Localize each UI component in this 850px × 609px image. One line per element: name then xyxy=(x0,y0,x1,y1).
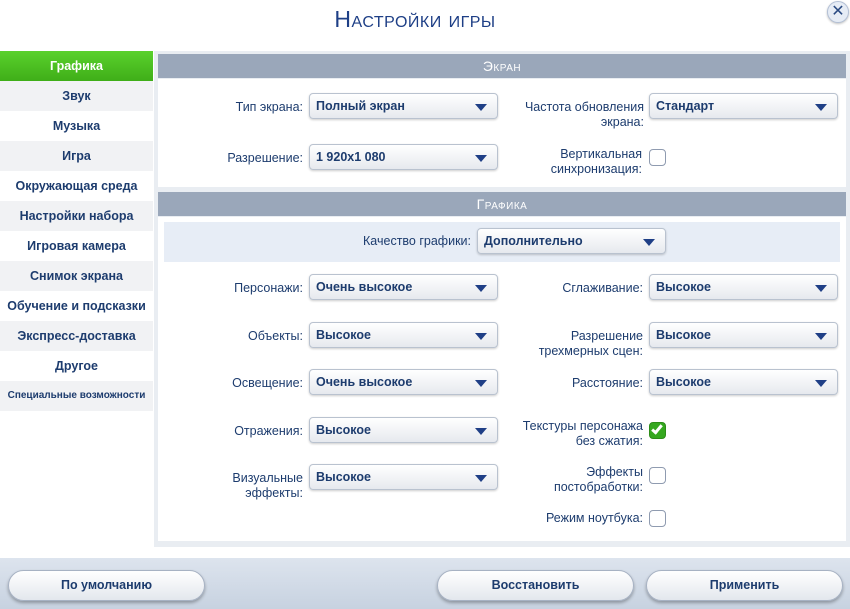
sidebar-item-screenshot[interactable]: Снимок экрана xyxy=(0,261,153,291)
screen-type-value: Полный экран xyxy=(316,99,405,113)
close-icon[interactable]: ✕ xyxy=(827,1,849,23)
sidebar-item-accessibility[interactable]: Специальные возможности xyxy=(0,381,153,411)
sidebar: Графика Звук Музыка Игра Окружающая сред… xyxy=(0,51,153,411)
refresh-rate-value: Стандарт xyxy=(656,99,715,113)
chevron-down-icon xyxy=(475,380,487,387)
sims-dropdown[interactable]: Очень высокое xyxy=(309,274,498,300)
vsync-checkbox[interactable] xyxy=(649,149,666,166)
sims-label: Персонажи: xyxy=(234,281,303,295)
chevron-down-icon xyxy=(815,285,827,292)
sidebar-item-graphics[interactable]: Графика xyxy=(0,51,153,81)
sidebar-item-other[interactable]: Другое xyxy=(0,351,153,381)
chevron-down-icon xyxy=(475,155,487,162)
chevron-down-icon xyxy=(475,104,487,111)
screen-type-label: Тип экрана: xyxy=(235,100,303,114)
scene-resolution-label: Разрешение трехмерных сцен: xyxy=(538,329,643,358)
chevron-down-icon xyxy=(475,333,487,340)
distance-dropdown[interactable]: Высокое xyxy=(649,369,838,395)
antialiasing-dropdown[interactable]: Высокое xyxy=(649,274,838,300)
screen-type-dropdown[interactable]: Полный экран xyxy=(309,93,498,119)
chevron-down-icon xyxy=(815,380,827,387)
lighting-label: Освещение: xyxy=(232,376,303,390)
resolution-dropdown[interactable]: 1 920x1 080 xyxy=(309,144,498,170)
vfx-label: Визуальные эффекты: xyxy=(232,471,303,500)
postfx-label: Эффекты постобработки: xyxy=(553,465,643,494)
objects-dropdown[interactable]: Высокое xyxy=(309,322,498,348)
refresh-rate-dropdown[interactable]: Стандарт xyxy=(649,93,838,119)
chevron-down-icon xyxy=(475,428,487,435)
check-icon xyxy=(651,422,663,435)
screen-section-header: Экран xyxy=(158,54,846,78)
postfx-checkbox[interactable] xyxy=(649,467,666,484)
sidebar-item-express-delivery[interactable]: Экспресс-доставка xyxy=(0,321,153,351)
chevron-down-icon xyxy=(475,475,487,482)
lighting-dropdown[interactable]: Очень высокое xyxy=(309,369,498,395)
resolution-label: Разрешение: xyxy=(227,151,303,165)
sims-value: Очень высокое xyxy=(316,280,413,294)
graphics-quality-dropdown[interactable]: Дополнительно xyxy=(477,228,666,254)
refresh-rate-label: Частота обновления экрана: xyxy=(524,100,644,129)
lighting-value: Очень высокое xyxy=(316,375,413,389)
uncompressed-textures-label: Текстуры персонажа без сжатия: xyxy=(522,419,643,448)
objects-label: Объекты: xyxy=(247,329,303,343)
sidebar-item-pack-settings[interactable]: Настройки набора xyxy=(0,201,153,231)
vfx-dropdown[interactable]: Высокое xyxy=(309,464,498,490)
chevron-down-icon xyxy=(815,104,827,111)
reflections-value: Высокое xyxy=(316,423,371,437)
sidebar-item-environment[interactable]: Окружающая среда xyxy=(0,171,153,201)
sidebar-item-camera[interactable]: Игровая камера xyxy=(0,231,153,261)
objects-value: Высокое xyxy=(316,328,371,342)
antialiasing-label: Сглаживание: xyxy=(562,281,643,295)
reflections-dropdown[interactable]: Высокое xyxy=(309,417,498,443)
chevron-down-icon xyxy=(815,333,827,340)
sidebar-item-music[interactable]: Музыка xyxy=(0,111,153,141)
graphics-section-header: Графика xyxy=(158,192,846,216)
graphics-quality-value: Дополнительно xyxy=(484,234,583,248)
restore-button[interactable]: Восстановить xyxy=(437,570,634,601)
vsync-label: Вертикальная синхронизация: xyxy=(550,147,642,176)
sidebar-item-sound[interactable]: Звук xyxy=(0,81,153,111)
chevron-down-icon xyxy=(475,285,487,292)
sidebar-item-tutorial[interactable]: Обучение и подсказки xyxy=(0,291,153,321)
laptop-mode-checkbox[interactable] xyxy=(649,510,666,527)
reflections-label: Отражения: xyxy=(234,424,303,438)
page-title: Настройки игры xyxy=(334,6,496,32)
uncompressed-textures-checkbox[interactable] xyxy=(649,422,666,439)
scene-resolution-dropdown[interactable]: Высокое xyxy=(649,322,838,348)
sidebar-item-game[interactable]: Игра xyxy=(0,141,153,171)
graphics-quality-label: Качество графики: xyxy=(363,234,471,248)
vfx-value: Высокое xyxy=(316,470,371,484)
chevron-down-icon xyxy=(643,239,655,246)
apply-button[interactable]: Применить xyxy=(646,570,843,601)
distance-value: Высокое xyxy=(656,375,711,389)
antialiasing-value: Высокое xyxy=(656,280,711,294)
resolution-value: 1 920x1 080 xyxy=(316,150,386,164)
laptop-mode-label: Режим ноутбука: xyxy=(545,511,643,525)
distance-label: Расстояние: xyxy=(572,376,643,390)
scene-resolution-value: Высокое xyxy=(656,328,711,342)
defaults-button[interactable]: По умолчанию xyxy=(8,570,205,601)
